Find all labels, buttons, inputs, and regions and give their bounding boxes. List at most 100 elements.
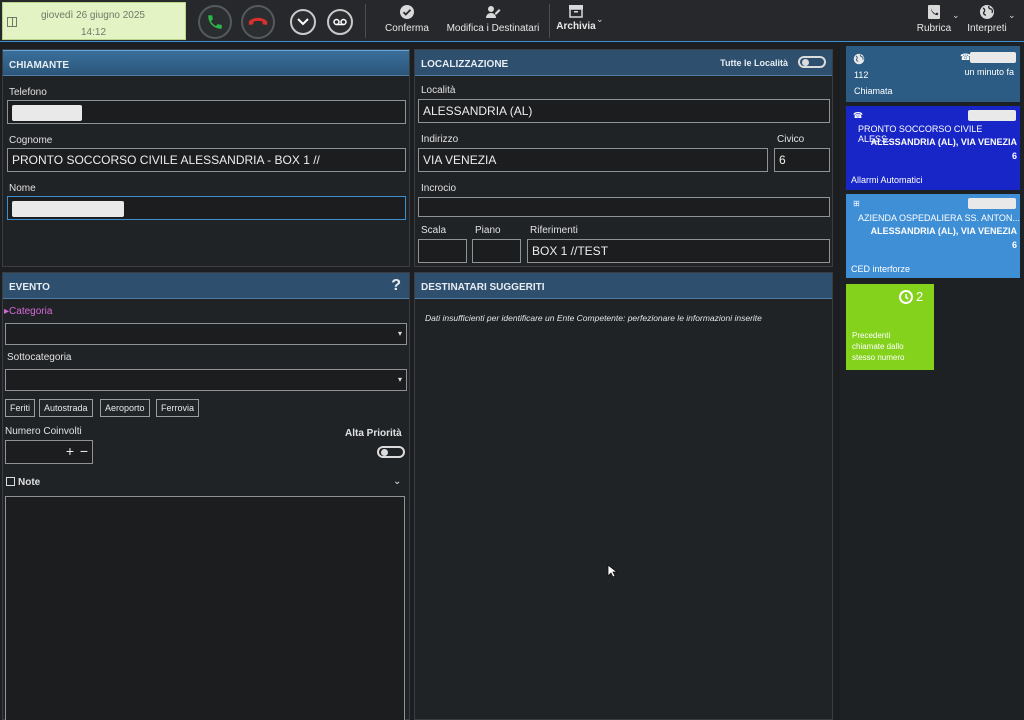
note-icon bbox=[6, 477, 15, 486]
toolbar-separator bbox=[365, 4, 366, 38]
cognome-label: Cognome bbox=[9, 135, 53, 146]
answer-call-button[interactable] bbox=[198, 5, 232, 39]
archivia-label: Archivia bbox=[556, 21, 596, 32]
hangup-call-button[interactable] bbox=[241, 5, 275, 39]
voicemail-button[interactable] bbox=[327, 9, 353, 35]
chiamante-title: CHIAMANTE bbox=[9, 60, 69, 71]
scala-label: Scala bbox=[421, 225, 447, 236]
tutte-localita-toggle[interactable] bbox=[798, 56, 826, 68]
archivia-dropdown-caret[interactable]: ⌄ bbox=[596, 14, 604, 25]
layout-icon[interactable] bbox=[7, 17, 17, 27]
redacted-phone bbox=[12, 105, 82, 121]
chiamante-header: CHIAMANTE bbox=[3, 50, 409, 76]
address-book-icon bbox=[928, 5, 940, 19]
localizzazione-header: LOCALIZZAZIONE Tutte le Località bbox=[415, 50, 832, 76]
scala-field[interactable] bbox=[418, 239, 467, 263]
call-time-ago: un minuto fa bbox=[964, 67, 1014, 77]
phone-hangup-icon bbox=[248, 17, 268, 25]
precedenti-line1: Precedenti bbox=[852, 331, 891, 340]
tag-feriti[interactable]: Feriti bbox=[5, 399, 35, 417]
chevron-down-icon bbox=[297, 18, 309, 26]
precedenti-count: 2 bbox=[916, 289, 924, 304]
evento-panel: EVENTO ? ▸Categoria ▾ Sottocategoria ▾ F… bbox=[2, 272, 410, 720]
precedenti-line3: stesso numero bbox=[852, 353, 905, 362]
numero-coinvolti-label: Numero Coinvolti bbox=[5, 426, 82, 437]
conferma-label: Conferma bbox=[385, 23, 429, 34]
telefono-field[interactable] bbox=[7, 100, 406, 124]
tag-ferrovia[interactable]: Ferrovia bbox=[156, 399, 200, 417]
voicemail-icon bbox=[333, 18, 347, 26]
riferimenti-field[interactable]: BOX 1 //TEST bbox=[527, 239, 830, 263]
note-label: Note bbox=[18, 477, 41, 488]
network-icon: ⊞ bbox=[853, 199, 860, 208]
redacted-allarmi bbox=[968, 110, 1016, 121]
current-time: 14:12 bbox=[81, 27, 107, 38]
indirizzo-label: Indirizzo bbox=[421, 134, 459, 145]
expand-button[interactable] bbox=[290, 9, 316, 35]
precedenti-card[interactable]: 2 Precedenti chiamate dallo stesso numer… bbox=[846, 284, 934, 370]
top-toolbar: giovedì 26 giugno 2025 14:12 Conferma Mo… bbox=[0, 0, 1024, 42]
telefono-label: Telefono bbox=[9, 87, 47, 98]
riferimenti-label: Riferimenti bbox=[530, 225, 578, 236]
allarmi-footer: Allarmi Automatici bbox=[851, 175, 923, 185]
right-cards-column: 112 ☎ un minuto fa Chiamata ☎ PRONTO SOC… bbox=[840, 42, 1024, 720]
minus-button[interactable]: − bbox=[80, 443, 88, 459]
nome-field[interactable] bbox=[7, 196, 406, 220]
modifica-destinatari-button[interactable]: Modifica i Destinatari bbox=[444, 4, 542, 34]
help-icon[interactable]: ? bbox=[391, 277, 401, 295]
allarmi-address: ALESSANDRIA (AL), VIA VENEZIA bbox=[870, 137, 1017, 147]
tag-autostrada[interactable]: Autostrada bbox=[39, 399, 93, 417]
note-textarea[interactable] bbox=[5, 496, 405, 720]
precedenti-line2: chiamate dallo bbox=[852, 342, 904, 351]
piano-field[interactable] bbox=[472, 239, 521, 263]
localita-field[interactable]: ALESSANDRIA (AL) bbox=[418, 99, 830, 123]
ced-title: AZIENDA OSPEDALIERA SS. ANTON... bbox=[858, 213, 1020, 223]
archivia-button[interactable]: Archivia bbox=[556, 4, 596, 32]
numero-coinvolti-stepper[interactable]: + − bbox=[5, 440, 93, 464]
call-card[interactable]: 112 ☎ un minuto fa Chiamata bbox=[846, 46, 1020, 102]
globe-icon bbox=[853, 53, 865, 65]
chiamante-panel: CHIAMANTE Telefono Cognome PRONTO SOCCOR… bbox=[2, 49, 410, 267]
indirizzo-field[interactable]: VIA VENEZIA bbox=[418, 148, 768, 172]
incrocio-field[interactable] bbox=[418, 197, 830, 217]
note-collapse-chevron-icon[interactable]: ⌄ bbox=[393, 476, 401, 487]
tutte-localita-label: Tutte le Località bbox=[720, 58, 788, 68]
modifica-label: Modifica i Destinatari bbox=[446, 23, 540, 34]
piano-label: Piano bbox=[475, 225, 501, 236]
edit-recipients-icon bbox=[486, 6, 501, 18]
conferma-button[interactable]: Conferma bbox=[384, 4, 430, 34]
rubrica-label: Rubrica bbox=[916, 23, 952, 34]
current-date: giovedì 26 giugno 2025 bbox=[41, 10, 145, 21]
interpreti-button[interactable]: Interpreti bbox=[962, 4, 1012, 34]
evento-header: EVENTO ? bbox=[3, 273, 409, 299]
dropdown-arrow-icon: ▾ bbox=[397, 375, 402, 384]
categoria-dropdown[interactable]: ▾ bbox=[5, 323, 407, 345]
destinatari-message: Dati insufficienti per identificare un E… bbox=[425, 313, 762, 323]
destinatari-panel: DESTINATARI SUGGERITI Dati insufficienti… bbox=[414, 272, 833, 720]
localita-label: Località bbox=[421, 85, 456, 96]
interpreti-dropdown-caret[interactable]: ⌄ bbox=[1008, 10, 1016, 21]
evento-title: EVENTO bbox=[9, 282, 50, 293]
interpreti-label: Interpreti bbox=[967, 23, 1007, 34]
redacted-caller bbox=[970, 52, 1016, 63]
cognome-field[interactable]: PRONTO SOCCORSO CIVILE ALESSANDRIA - BOX… bbox=[7, 148, 406, 172]
rubrica-button[interactable]: Rubrica bbox=[914, 4, 954, 34]
allarmi-card[interactable]: ☎ PRONTO SOCCORSO CIVILE ALESS... ALESSA… bbox=[846, 106, 1020, 190]
redacted-ced bbox=[968, 198, 1016, 209]
plus-button[interactable]: + bbox=[66, 443, 74, 459]
localizzazione-panel: LOCALIZZAZIONE Tutte le Località Localit… bbox=[414, 49, 833, 267]
phone-icon: ☎ bbox=[853, 111, 863, 120]
localizzazione-title: LOCALIZZAZIONE bbox=[421, 59, 509, 70]
rubrica-dropdown-caret[interactable]: ⌄ bbox=[952, 10, 960, 21]
alta-priorita-toggle[interactable] bbox=[377, 446, 405, 458]
ced-address: ALESSANDRIA (AL), VIA VENEZIA bbox=[870, 226, 1017, 236]
ced-card[interactable]: ⊞ AZIENDA OSPEDALIERA SS. ANTON... ALESS… bbox=[846, 194, 1020, 278]
civico-field[interactable]: 6 bbox=[774, 148, 830, 172]
history-icon bbox=[899, 290, 913, 304]
sottocategoria-dropdown[interactable]: ▾ bbox=[5, 369, 407, 391]
tag-aeroporto[interactable]: Aeroporto bbox=[100, 399, 150, 417]
incrocio-label: Incrocio bbox=[421, 183, 457, 194]
call-number: 112 bbox=[854, 70, 869, 80]
sottocategoria-label: Sottocategoria bbox=[7, 352, 72, 363]
dropdown-arrow-icon: ▾ bbox=[397, 329, 402, 338]
